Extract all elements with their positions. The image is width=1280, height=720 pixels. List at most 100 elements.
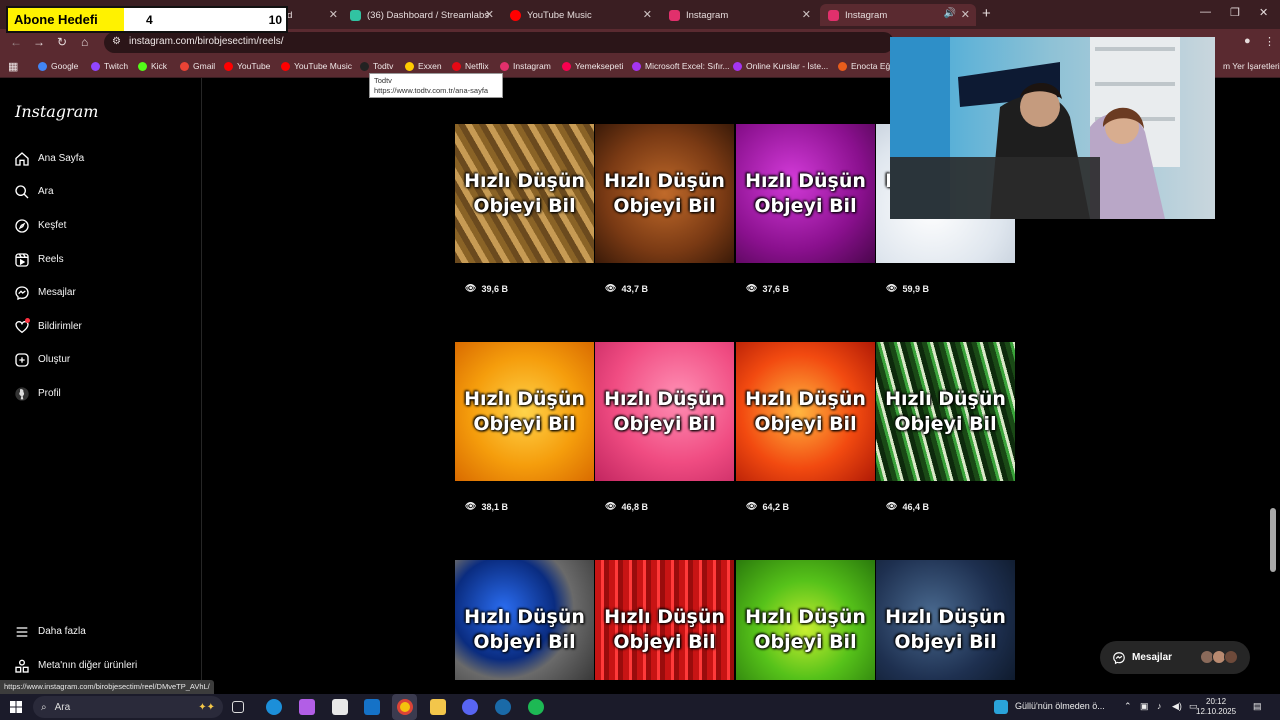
site-info-icon[interactable]: ⚙ bbox=[112, 36, 121, 47]
nav-notifications[interactable]: Bildirimler bbox=[13, 318, 82, 335]
bookmark-item[interactable]: Todtv bbox=[360, 61, 393, 71]
reel-tile[interactable]: Hızlı Düşün Objeyi Bil bbox=[736, 560, 875, 680]
close-icon[interactable]: ✕ bbox=[802, 8, 811, 21]
reel-tile[interactable]: Hızlı Düşün Objeyi Bil bbox=[455, 342, 594, 481]
nav-home[interactable]: Ana Sayfa bbox=[13, 150, 84, 167]
tab-2[interactable]: (36) Dashboard / Streamlabs ✕ bbox=[342, 4, 500, 26]
bookmark-item[interactable]: Microsoft Excel: Sıfır... bbox=[632, 61, 730, 71]
bookmark-favicon-icon bbox=[452, 61, 461, 71]
bookmark-item[interactable]: YouTube Music bbox=[281, 61, 352, 71]
messages-pill-button[interactable]: Mesajlar bbox=[1100, 641, 1250, 674]
nav-profile[interactable]: Profil bbox=[13, 385, 61, 402]
page-scrollbar[interactable] bbox=[1270, 508, 1276, 572]
microphone-icon[interactable]: ♪ bbox=[1157, 701, 1162, 711]
bookmark-item[interactable]: Instagram bbox=[500, 61, 551, 71]
apps-grid-icon[interactable]: ▦ bbox=[8, 60, 18, 73]
bookmark-favicon-icon bbox=[91, 61, 100, 71]
bookmark-label: Microsoft Excel: Sıfır... bbox=[645, 61, 730, 71]
windows-start-icon[interactable] bbox=[10, 701, 22, 713]
bookmark-item[interactable]: Online Kurslar - İste... bbox=[733, 61, 828, 71]
news-headline[interactable]: Güllü'nün ölmeden ö... bbox=[1015, 701, 1105, 711]
spotify-icon[interactable] bbox=[528, 699, 544, 715]
close-icon[interactable]: ✕ bbox=[643, 8, 652, 21]
bookmark-item[interactable]: Gmail bbox=[180, 61, 215, 71]
nav-meta-products[interactable]: Meta'nın diğer ürünleri bbox=[13, 657, 137, 674]
system-clock[interactable]: 20:12 12.10.2025 bbox=[1196, 697, 1236, 717]
bookmark-item[interactable]: Twitch bbox=[91, 61, 128, 71]
new-tab-icon[interactable]: + bbox=[982, 5, 991, 22]
back-icon[interactable]: ← bbox=[10, 35, 22, 49]
close-icon[interactable]: ✕ bbox=[961, 8, 970, 21]
reel-tile[interactable]: Hızlı Düşün Objeyi Bil bbox=[876, 560, 1015, 680]
close-icon[interactable]: ✕ bbox=[329, 8, 338, 21]
reel-title: Hızlı Düşün Objeyi Bil bbox=[736, 169, 875, 219]
nav-more[interactable]: Daha fazla bbox=[13, 623, 86, 640]
eye-icon: 👁 bbox=[465, 501, 477, 511]
search-icon: ⌕ bbox=[41, 701, 47, 713]
reel-tile[interactable]: Hızlı Düşün Objeyi Bil bbox=[736, 124, 875, 263]
tab-4[interactable]: Instagram ✕ bbox=[661, 4, 817, 26]
reel-tile[interactable]: Hızlı Düşün Objeyi Bil bbox=[455, 124, 594, 263]
reel-tile[interactable]: Hızlı Düşün Objeyi Bil bbox=[876, 342, 1015, 481]
edge-icon[interactable] bbox=[266, 699, 282, 715]
reload-icon[interactable]: ↻ bbox=[57, 35, 67, 49]
bookmark-item[interactable]: Yemeksepeti bbox=[562, 61, 623, 71]
bookmark-favicon-icon bbox=[500, 61, 509, 71]
eye-icon: 👁 bbox=[746, 283, 758, 293]
nav-create[interactable]: Oluştur bbox=[13, 351, 70, 368]
search-icon bbox=[13, 183, 30, 200]
bookmark-item[interactable]: m Yer İşaretleri bbox=[1210, 61, 1280, 71]
menu-kebab-icon[interactable]: ⋮ bbox=[1264, 35, 1275, 48]
volume-icon[interactable]: ◀) bbox=[1172, 701, 1182, 712]
notifications-icon[interactable]: ▤ bbox=[1253, 701, 1262, 712]
task-view-icon[interactable] bbox=[232, 701, 244, 713]
weather-news-icon[interactable] bbox=[994, 700, 1008, 714]
speaker-icon[interactable]: 🔊 bbox=[944, 8, 956, 19]
bookmark-item[interactable]: Kick bbox=[138, 61, 167, 71]
chevron-up-icon[interactable]: ⌃ bbox=[1124, 701, 1132, 712]
discord-icon[interactable] bbox=[462, 699, 478, 715]
bookmark-label: m Yer İşaretleri bbox=[1223, 61, 1280, 71]
messenger-icon bbox=[1113, 651, 1125, 664]
store-icon[interactable] bbox=[332, 699, 348, 715]
nav-messages[interactable]: Mesajlar bbox=[13, 284, 76, 301]
nav-label: Mesajlar bbox=[38, 287, 76, 298]
bookmark-item[interactable]: YouTube bbox=[224, 61, 270, 71]
forward-icon[interactable]: → bbox=[33, 35, 45, 49]
steam-icon[interactable] bbox=[495, 699, 511, 715]
reel-tile[interactable]: Hızlı Düşün Objeyi Bil bbox=[595, 560, 734, 680]
reel-title: Hızlı Düşün Objeyi Bil bbox=[876, 605, 1015, 655]
bookmark-item[interactable]: Netflix bbox=[452, 61, 489, 71]
nav-explore[interactable]: Keşfet bbox=[13, 217, 66, 234]
reel-tile[interactable]: Hızlı Düşün Objeyi Bil bbox=[455, 560, 594, 680]
close-icon[interactable]: ✕ bbox=[485, 8, 494, 21]
reel-tile[interactable]: Hızlı Düşün Objeyi Bil bbox=[595, 124, 734, 263]
tab-3[interactable]: YouTube Music ✕ bbox=[502, 4, 658, 26]
outlook-icon[interactable] bbox=[364, 699, 380, 715]
tray-app-icon[interactable]: ▣ bbox=[1140, 701, 1149, 712]
tooltip-url: https://www.todtv.com.tr/ana-sayfa bbox=[374, 86, 489, 95]
restore-icon[interactable]: ❐ bbox=[1230, 6, 1240, 19]
profile-avatar[interactable]: ● bbox=[1244, 35, 1251, 47]
chrome-icon[interactable] bbox=[397, 699, 413, 715]
nav-search[interactable]: Ara bbox=[13, 183, 54, 200]
taskbar-search[interactable]: ⌕ Ara ✦✦ bbox=[33, 696, 223, 718]
minimize-icon[interactable]: — bbox=[1200, 6, 1211, 18]
bookmark-item[interactable]: Enocta Eğiti bbox=[838, 61, 896, 71]
bookmark-item[interactable]: Google bbox=[38, 61, 78, 71]
reel-tile[interactable]: Hızlı Düşün Objeyi Bil bbox=[595, 342, 734, 481]
address-bar[interactable]: ⚙ instagram.com/birobjesectim/reels/ bbox=[104, 32, 894, 53]
subscriber-goal-widget: Abone Hedefi 4 10 bbox=[6, 6, 288, 33]
close-window-icon[interactable]: ✕ bbox=[1259, 6, 1268, 19]
bookmark-item[interactable]: Exxen bbox=[405, 61, 442, 71]
file-explorer-icon[interactable] bbox=[430, 699, 446, 715]
home-icon[interactable]: ⌂ bbox=[81, 35, 88, 49]
instagram-logo[interactable]: Instagram bbox=[15, 102, 98, 121]
status-bar-url: https://www.instagram.com/birobjesectim/… bbox=[0, 680, 214, 694]
reel-tile[interactable]: Hızlı Düşün Objeyi Bil bbox=[736, 342, 875, 481]
streamlabs-icon bbox=[350, 9, 361, 21]
tab-5-active[interactable]: Instagram 🔊 ✕ bbox=[820, 4, 976, 26]
reel-view-count: 👁 46,8 B bbox=[605, 501, 648, 512]
nav-reels[interactable]: Reels bbox=[13, 251, 64, 268]
copilot-icon[interactable] bbox=[299, 699, 315, 715]
